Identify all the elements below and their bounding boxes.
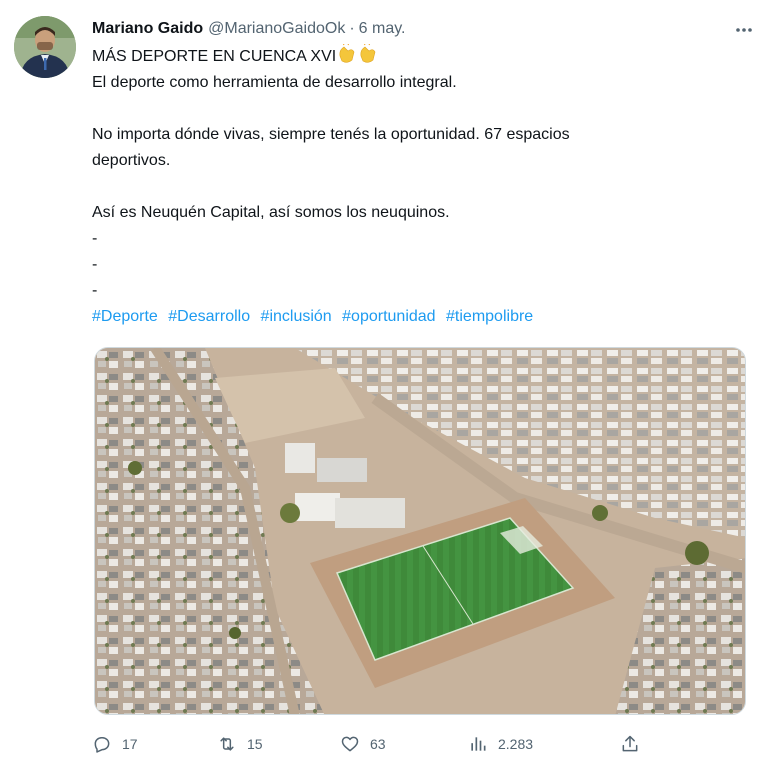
text-line-3a: No importa dónde vivas, siempre tenés la… <box>92 126 570 143</box>
dash-line-1: - <box>92 230 98 247</box>
headline-text: MÁS DEPORTE EN CUENCA XVI <box>92 48 337 65</box>
like-icon <box>341 736 359 752</box>
like-count: 63 <box>370 736 386 752</box>
author-name[interactable]: Mariano Gaido <box>92 20 203 38</box>
dash-line-3: - <box>92 282 98 299</box>
hashtag-oportunidad[interactable]: #oportunidad <box>342 308 435 325</box>
tweet-content: Mariano Gaido @MarianoGaidoOk · 6 may. M… <box>92 14 752 330</box>
hashtag-desarrollo[interactable]: #Desarrollo <box>168 308 250 325</box>
hashtag-tiempolibre[interactable]: #tiempolibre <box>446 308 533 325</box>
views-icon <box>471 737 486 751</box>
reply-button[interactable]: 17 <box>92 734 138 754</box>
aerial-field-photo <box>95 348 745 714</box>
retweet-count: 15 <box>247 736 263 752</box>
dash-line-2: - <box>92 256 98 273</box>
retweet-button[interactable]: 15 <box>217 734 263 754</box>
tweet-text: MÁS DEPORTE EN CUENCA XVI El deporte com… <box>92 42 752 304</box>
action-bar: 17 15 63 2.283 <box>92 730 652 758</box>
like-button[interactable]: 63 <box>340 734 386 754</box>
clap-emoji-icon <box>337 42 379 73</box>
author-handle[interactable]: @MarianoGaidoOk <box>208 20 345 38</box>
hashtag-list: #Deporte #Desarrollo #inclusión #oportun… <box>92 304 752 330</box>
tweet-header: Mariano Gaido @MarianoGaidoOk · 6 may. <box>92 14 752 44</box>
retweet-icon <box>220 737 234 751</box>
separator-dot: · <box>349 20 355 37</box>
tweet-date[interactable]: 6 may. <box>359 20 406 38</box>
tweet-photo[interactable] <box>94 347 746 715</box>
views-button[interactable]: 2.283 <box>468 734 533 754</box>
text-line-3b: deportivos. <box>92 152 171 169</box>
reply-count: 17 <box>122 736 138 752</box>
share-icon <box>622 735 638 752</box>
share-button[interactable] <box>620 734 640 754</box>
hashtag-deporte[interactable]: #Deporte <box>92 308 158 325</box>
text-line-1: MÁS DEPORTE EN CUENCA XVI <box>92 42 752 73</box>
reply-icon <box>94 737 110 753</box>
views-count: 2.283 <box>498 736 534 752</box>
tweet: Mariano Gaido @MarianoGaidoOk · 6 may. M… <box>0 0 770 758</box>
text-line-4: Así es Neuquén Capital, así somos los ne… <box>92 204 450 221</box>
more-icon[interactable] <box>730 16 758 44</box>
avatar-image <box>14 16 76 78</box>
text-line-2: El deporte como herramienta de desarroll… <box>92 74 457 91</box>
avatar[interactable] <box>14 16 76 78</box>
hashtag-inclusion[interactable]: #inclusión <box>261 308 332 325</box>
